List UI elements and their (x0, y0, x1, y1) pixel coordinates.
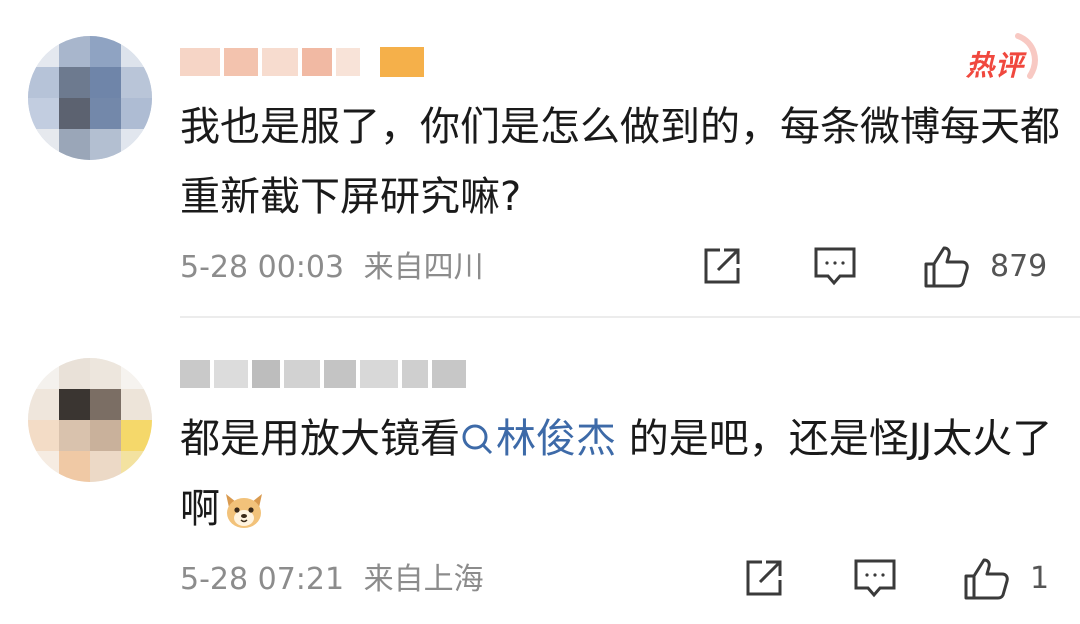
like-button[interactable]: 1 (962, 556, 1049, 602)
thumbs-up-icon (964, 558, 1009, 600)
reply-button[interactable] (852, 556, 898, 600)
share-button[interactable] (742, 556, 786, 600)
avatar[interactable] (28, 36, 152, 160)
comment-icon (814, 247, 856, 286)
share-icon (746, 560, 782, 596)
topic-link-label: 林俊杰 (496, 416, 616, 462)
comment-text: 都是用放大镜看 林俊杰 的是吧，还是怪JJ太火了啊 (180, 404, 1060, 554)
comment-location: 来自上海 (363, 562, 484, 597)
share-icon (704, 248, 740, 284)
comment-text-before: 都是用放大镜看 (180, 416, 460, 462)
like-button[interactable]: 879 (922, 244, 1047, 290)
avatar[interactable] (28, 358, 152, 482)
comment-item: 热评 我也是服了，你们是怎么做到的，每条微博每天都重新截下屏研究嘛? 5-28 … (0, 0, 1080, 318)
comment-location: 来自四川 (363, 250, 484, 285)
like-count: 879 (990, 249, 1048, 284)
like-count: 1 (1030, 561, 1050, 596)
dog-face-emoji (222, 484, 266, 554)
comment-date: 5-28 07:21 (180, 562, 345, 597)
search-icon (462, 424, 493, 455)
comment-date: 5-28 00:03 (180, 250, 345, 285)
hot-comment-label: 热评 (966, 49, 1025, 82)
username-blurred[interactable] (180, 42, 424, 82)
comment-text: 我也是服了，你们是怎么做到的，每条微博每天都重新截下屏研究嘛? (180, 104, 1060, 220)
hot-comment-badge: 热评 (960, 32, 1044, 84)
thumbs-up-icon (924, 246, 969, 288)
username-blurred[interactable] (180, 354, 466, 394)
reply-button[interactable] (812, 244, 858, 288)
share-button[interactable] (700, 244, 744, 288)
comment-meta: 5-28 00:03 来自四川 (180, 248, 484, 288)
topic-link[interactable]: 林俊杰 (460, 416, 616, 462)
comment-icon (854, 559, 896, 598)
comment-item: 都是用放大镜看 林俊杰 的是吧，还是怪JJ太火了啊 5-28 07:21 来自上海 (0, 318, 1080, 624)
comment-meta: 5-28 07:21 来自上海 (180, 560, 484, 600)
